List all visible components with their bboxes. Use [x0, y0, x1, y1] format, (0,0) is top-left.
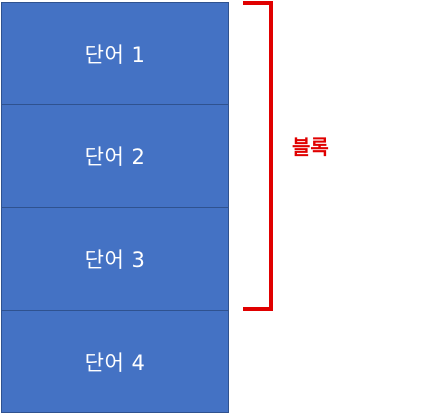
diagram-canvas: 단어 1 단어 2 단어 3 단어 4 블록 — [0, 0, 443, 413]
word-box-4-label: 단어 4 — [84, 350, 146, 375]
bracket-path — [243, 1, 273, 311]
word-box-3: 단어 3 — [1, 207, 229, 311]
word-stack: 단어 1 단어 2 단어 3 단어 4 — [1, 2, 229, 413]
word-box-2: 단어 2 — [1, 104, 229, 208]
word-box-2-label: 단어 2 — [84, 145, 146, 169]
word-box-4: 단어 4 — [1, 310, 229, 413]
word-box-3-label: 단어 3 — [84, 248, 146, 272]
block-label: 블록 — [292, 135, 329, 159]
word-box-1-label: 단어 1 — [84, 42, 146, 67]
word-box-1: 단어 1 — [1, 2, 229, 105]
block-bracket — [243, 1, 273, 311]
